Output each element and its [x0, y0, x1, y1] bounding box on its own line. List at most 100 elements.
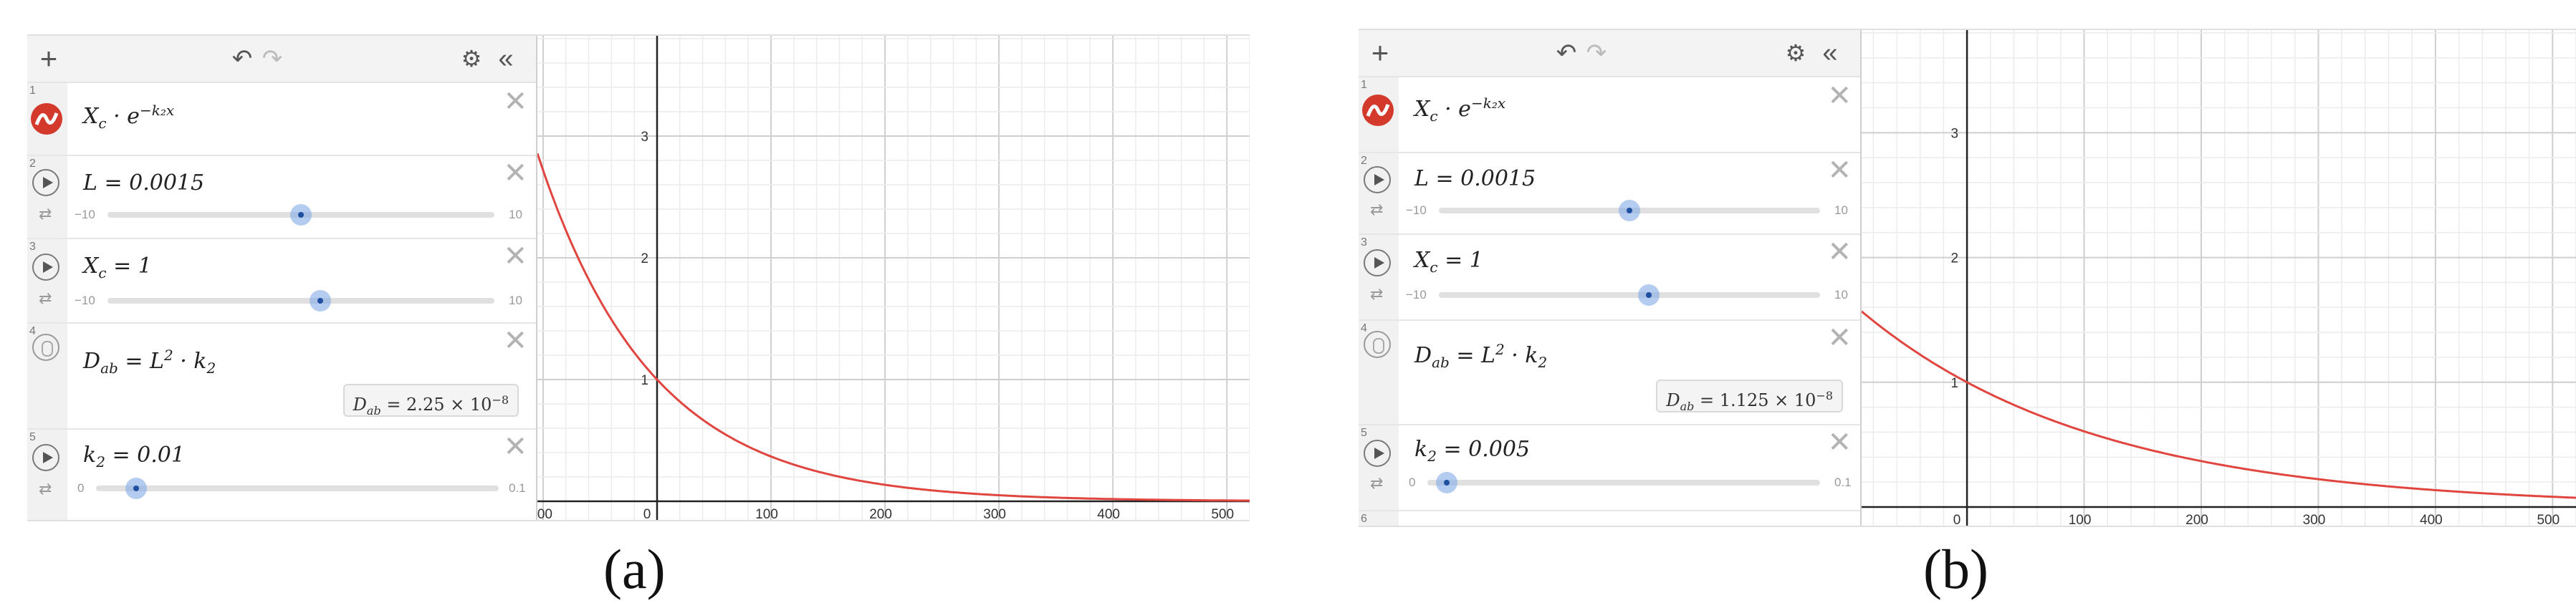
- loop-icon[interactable]: ⇄: [1370, 474, 1383, 493]
- slider-handle-Xc-b[interactable]: [1637, 284, 1660, 306]
- redo-button[interactable]: ↷: [1582, 36, 1611, 70]
- expression-formula[interactable]: Dab = L2 · k2: [83, 347, 216, 377]
- slider-track-k2-a[interactable]: [96, 486, 499, 491]
- undo-button[interactable]: ↶: [1552, 36, 1581, 70]
- loop-icon[interactable]: ⇄: [39, 205, 52, 223]
- slider-label[interactable]: L = 0.0015: [83, 170, 204, 196]
- row-gutter: 5 ⇄: [1359, 425, 1399, 510]
- x-tick-label: 100: [2069, 513, 2092, 526]
- slider-max[interactable]: 10: [1834, 288, 1848, 302]
- delete-expression-icon[interactable]: ✕: [1827, 156, 1852, 185]
- add-expression-button[interactable]: +: [1366, 36, 1394, 70]
- expression-row-5[interactable]: 5 ⇄ k2 = 0.005 0 0.1 ✕: [1359, 425, 1860, 511]
- hidden-expression-icon[interactable]: [1364, 331, 1391, 358]
- expression-row-2[interactable]: 2 ⇄ L = 0.0015 −10 10 ✕: [27, 156, 536, 239]
- loop-icon[interactable]: ⇄: [1370, 285, 1383, 304]
- row-number: 6: [1361, 513, 1367, 525]
- x-tick-label: 400: [1097, 507, 1120, 520]
- expression-formula[interactable]: Dab = L2 · k2: [1414, 341, 1547, 371]
- play-slider-icon[interactable]: [32, 254, 59, 281]
- slider-max[interactable]: 0.1: [509, 481, 526, 496]
- slider-handle-L-b[interactable]: [1619, 200, 1641, 221]
- redo-button[interactable]: ↷: [258, 42, 287, 76]
- expression-row-4[interactable]: 4 Dab = L2 · k2 Dab = 2.25 × 10−8 ✕: [27, 324, 536, 430]
- slider-min[interactable]: 0: [1409, 476, 1415, 490]
- add-expression-button[interactable]: +: [34, 42, 63, 76]
- toolbar-b: + ↶ ↷ ⚙ «: [1359, 30, 1860, 77]
- slider-track-k2-b[interactable]: [1427, 480, 1820, 486]
- expression-row-4[interactable]: 4 Dab = L2 · k2 Dab = 1.125 × 10−8 ✕: [1359, 321, 1860, 425]
- delete-expression-icon[interactable]: ✕: [503, 433, 527, 461]
- desmos-logo-icon[interactable]: [1362, 95, 1394, 126]
- delete-expression-icon[interactable]: ✕: [1827, 324, 1852, 352]
- slider-label[interactable]: Xc = 1: [83, 254, 152, 281]
- undo-button[interactable]: ↶: [228, 42, 257, 76]
- slider-max[interactable]: 10: [509, 294, 522, 308]
- calculator-b: + ↶ ↷ ⚙ « 1 Xc · e−k₂x ✕ 2 ⇄ L = 0.0015 …: [1359, 29, 2576, 527]
- graph-canvas-b[interactable]: 0 100 200 300 400 500123: [1862, 30, 2576, 526]
- slider-label[interactable]: k2 = 0.01: [83, 443, 185, 470]
- expression-formula[interactable]: Xc · e−k₂x: [1414, 95, 1505, 125]
- row-number: 2: [1361, 155, 1367, 167]
- collapse-icon[interactable]: «: [1816, 36, 1844, 70]
- slider-handle-L-a[interactable]: [290, 204, 312, 226]
- delete-expression-icon[interactable]: ✕: [1827, 238, 1852, 266]
- slider-handle-k2-b[interactable]: [1436, 472, 1458, 493]
- slider-max[interactable]: 0.1: [1834, 476, 1852, 490]
- slider-min[interactable]: −10: [1406, 288, 1427, 302]
- hidden-expression-icon[interactable]: [32, 334, 59, 361]
- slider-label[interactable]: Xc = 1: [1414, 248, 1483, 276]
- slider-track-Xc-b[interactable]: [1439, 292, 1820, 298]
- loop-icon[interactable]: ⇄: [39, 289, 52, 308]
- play-slider-icon[interactable]: [1364, 166, 1391, 193]
- expression-row-2[interactable]: 2 ⇄ L = 0.0015 −10 10 ✕: [1359, 153, 1860, 235]
- row-number: 5: [1361, 427, 1367, 439]
- slider-label[interactable]: k2 = 0.005: [1414, 437, 1530, 465]
- graph-canvas-a[interactable]: -100 0 100 200 300 400 500 1 2 3: [537, 36, 1250, 520]
- expression-row-1[interactable]: 1 Xc · e−k₂x ✕: [1359, 77, 1860, 153]
- play-slider-icon[interactable]: [1364, 249, 1391, 276]
- expression-row-3[interactable]: 3 ⇄ Xc = 1 −10 10 ✕: [1359, 235, 1860, 321]
- delete-expression-icon[interactable]: ✕: [503, 327, 527, 355]
- slider-min[interactable]: −10: [75, 208, 95, 222]
- slider-min[interactable]: −10: [75, 294, 95, 308]
- row-number: 5: [29, 431, 36, 443]
- row-number: 4: [29, 325, 36, 337]
- loop-icon[interactable]: ⇄: [39, 480, 52, 498]
- expression-row-6[interactable]: 6: [1359, 511, 1860, 526]
- expression-row-5[interactable]: 5 ⇄ k2 = 0.01 0 0.1 ✕: [27, 430, 536, 520]
- slider-label[interactable]: L = 0.0015: [1414, 166, 1536, 191]
- play-slider-icon[interactable]: [32, 444, 59, 471]
- settings-icon[interactable]: ⚙: [1781, 36, 1810, 70]
- row-gutter: 6: [1359, 511, 1399, 526]
- slider-max[interactable]: 10: [1834, 203, 1848, 218]
- evaluation-result: Dab = 2.25 × 10−8: [343, 384, 519, 417]
- play-slider-icon[interactable]: [32, 169, 59, 196]
- play-slider-icon[interactable]: [1364, 440, 1391, 467]
- slider-min[interactable]: −10: [1406, 203, 1427, 218]
- slider-handle-Xc-a[interactable]: [310, 290, 331, 312]
- delete-expression-icon[interactable]: ✕: [1827, 428, 1852, 457]
- row-number: 1: [29, 85, 36, 97]
- delete-expression-icon[interactable]: ✕: [1827, 82, 1852, 110]
- loop-icon[interactable]: ⇄: [1370, 201, 1383, 219]
- x-tick-label: -100: [537, 507, 552, 520]
- slider-min[interactable]: 0: [77, 481, 84, 496]
- desmos-logo-icon[interactable]: [31, 103, 62, 135]
- slider-track-Xc-a[interactable]: [107, 298, 494, 304]
- expression-formula[interactable]: Xc · e−k₂x: [83, 102, 174, 132]
- x-tick-label: 200: [869, 507, 892, 520]
- y-tick-label: 1: [641, 373, 648, 388]
- slider-handle-k2-a[interactable]: [125, 478, 148, 499]
- expression-row-3[interactable]: 3 ⇄ Xc = 1 −10 10 ✕: [27, 239, 536, 324]
- settings-icon[interactable]: ⚙: [457, 42, 486, 76]
- x-tick-label: 300: [2303, 513, 2326, 526]
- delete-expression-icon[interactable]: ✕: [503, 242, 527, 271]
- row-gutter: 5 ⇄: [27, 430, 67, 520]
- delete-expression-icon[interactable]: ✕: [503, 87, 527, 116]
- delete-expression-icon[interactable]: ✕: [503, 159, 527, 188]
- slider-max[interactable]: 10: [509, 208, 522, 222]
- collapse-icon[interactable]: «: [492, 42, 520, 76]
- expression-row-1[interactable]: 1 Xc · e−k₂x ✕: [27, 83, 536, 156]
- x-tick-label: 300: [983, 507, 1006, 520]
